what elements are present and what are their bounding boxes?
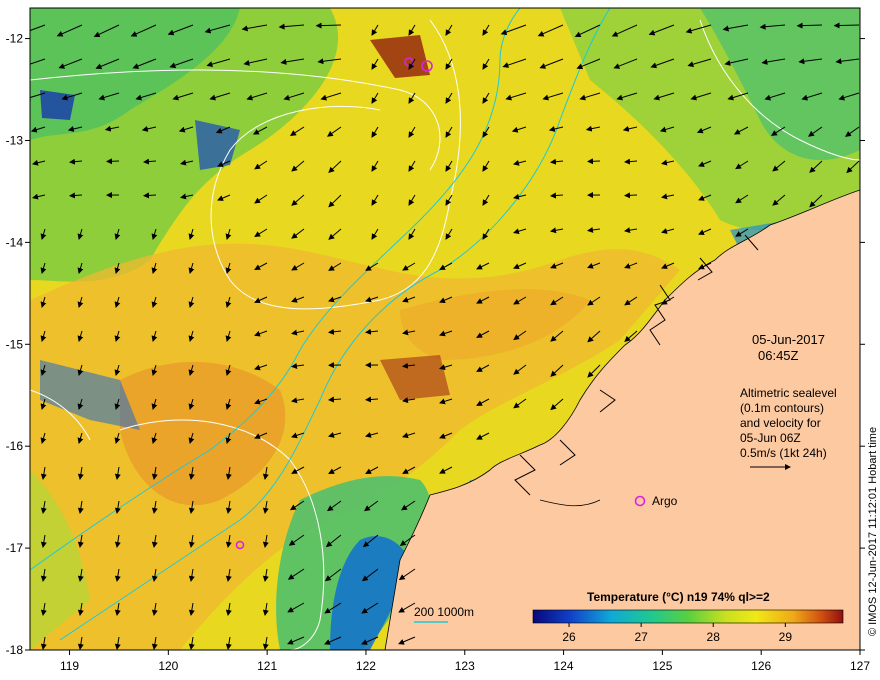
y-tick-label: -15 xyxy=(6,337,24,351)
altimetry-line-2: (0.1m contours) xyxy=(740,401,824,415)
x-tick-label: 120 xyxy=(158,659,178,673)
isobath-legend-label: 200 1000m xyxy=(414,605,474,619)
altimetry-line-1: Altimetric sealevel xyxy=(740,386,837,400)
x-tick-label: 127 xyxy=(850,659,870,673)
y-tick-label: -18 xyxy=(6,643,24,657)
sst-field xyxy=(30,8,860,650)
altimetry-line-3: and velocity for xyxy=(740,416,821,430)
x-axis: 119 120 121 122 123 124 125 126 127 xyxy=(60,650,870,673)
velocity-vector xyxy=(624,192,638,199)
colorbar-tick-label: 28 xyxy=(707,630,721,644)
colorbar-title: Temperature (°C) n19 74% ql>=2 xyxy=(587,590,770,604)
y-tick-label: -12 xyxy=(6,32,24,46)
x-tick-label: 125 xyxy=(652,659,672,673)
y-tick-label: -14 xyxy=(6,235,24,249)
y-tick-label: -16 xyxy=(6,439,24,453)
map-figure: 119 120 121 122 123 124 125 126 127 -12 -13 -14 -15… xyxy=(6,7,879,673)
colorbar-tick-label: 27 xyxy=(634,630,648,644)
velocity-vector xyxy=(833,22,860,29)
x-tick-label: 126 xyxy=(751,659,771,673)
x-tick-label: 119 xyxy=(60,659,79,673)
time-label: 06:45Z xyxy=(758,348,799,363)
date-label: 05-Jun-2017 xyxy=(752,332,825,347)
y-tick-label: -17 xyxy=(6,541,24,555)
velocity-scale-label: 0.5m/s (1kt 24h) xyxy=(740,446,827,460)
credit-text: © IMOS 12-Jun-2017 11:12:01 Hobart time xyxy=(867,427,879,636)
x-tick-label: 124 xyxy=(554,659,574,673)
x-tick-label: 122 xyxy=(356,659,376,673)
colorbar-tick-label: 26 xyxy=(562,630,576,644)
colorbar-tick-label: 29 xyxy=(779,630,793,644)
argo-label: Argo xyxy=(652,494,678,508)
velocity-vector xyxy=(143,192,157,199)
colorbar xyxy=(532,609,844,624)
x-tick-label: 123 xyxy=(455,659,475,673)
altimetry-line-4: 05-Jun 06Z xyxy=(740,431,801,445)
y-tick-label: -13 xyxy=(6,133,24,147)
x-tick-label: 121 xyxy=(257,659,277,673)
